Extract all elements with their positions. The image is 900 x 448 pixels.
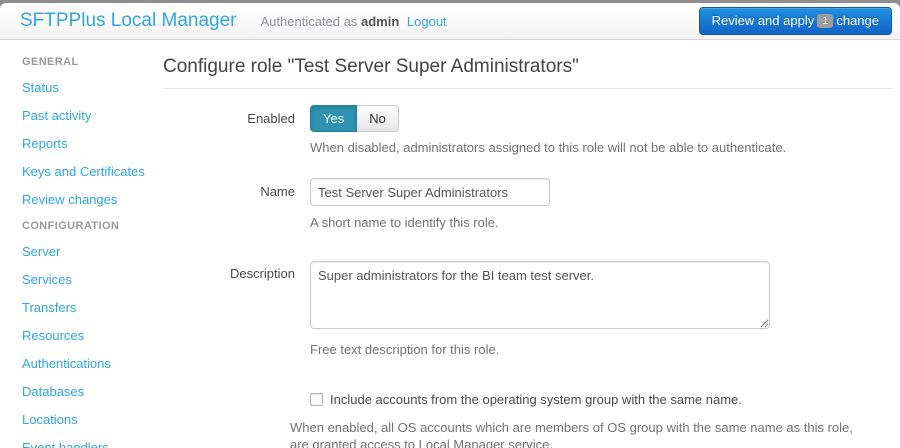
- sidebar-item-databases[interactable]: Databases: [0, 378, 160, 406]
- os-group-checkbox-label: Include accounts from the operating syst…: [330, 392, 742, 407]
- title-divider: [163, 88, 892, 89]
- description-label: Description: [163, 261, 310, 358]
- description-help-text: Free text description for this role.: [310, 341, 890, 358]
- enabled-label: Enabled: [163, 105, 310, 156]
- auth-username: admin: [361, 14, 399, 29]
- review-button-suffix: change: [836, 13, 879, 28]
- sidebar-item-keys-and-certificates[interactable]: Keys and Certificates: [0, 158, 160, 186]
- window-top-edge: SFTPPlus Local Manager Authenticated as …: [0, 0, 900, 40]
- sidebar-section-general: GENERAL: [0, 50, 160, 74]
- sidebar-item-transfers[interactable]: Transfers: [0, 294, 160, 322]
- form-row-name: Name A short name to identify this role.: [163, 178, 892, 231]
- logout-link[interactable]: Logout: [407, 14, 447, 29]
- enabled-toggle-group: Yes No: [310, 105, 399, 132]
- os-group-label-spacer: [163, 392, 310, 448]
- sidebar-item-resources[interactable]: Resources: [0, 322, 160, 350]
- sidebar-item-server[interactable]: Server: [0, 238, 160, 266]
- sidebar-item-status[interactable]: Status: [0, 74, 160, 102]
- sidebar-item-reports[interactable]: Reports: [0, 130, 160, 158]
- os-group-checkbox-row[interactable]: Include accounts from the operating syst…: [310, 392, 892, 407]
- sidebar-item-event-handlers[interactable]: Event handlers: [0, 434, 160, 448]
- name-label: Name: [163, 178, 310, 231]
- change-count-badge: 1: [817, 14, 833, 28]
- sidebar-item-locations[interactable]: Locations: [0, 406, 160, 434]
- enabled-help-text: When disabled, administrators assigned t…: [310, 139, 890, 156]
- form-row-os-group: Include accounts from the operating syst…: [163, 392, 892, 448]
- app-brand: SFTPPlus Local Manager: [0, 10, 247, 32]
- review-and-apply-change-button[interactable]: Review and apply1change: [699, 7, 892, 35]
- sidebar-section-configuration: CONFIGURATION: [0, 214, 160, 238]
- page-title: Configure role "Test Server Super Admini…: [163, 56, 892, 78]
- sidebar-item-authentications[interactable]: Authentications: [0, 350, 160, 378]
- os-group-checkbox[interactable]: [310, 393, 323, 406]
- description-textarea[interactable]: Super administrators for the BI team tes…: [310, 261, 770, 329]
- name-help-text: A short name to identify this role.: [310, 214, 890, 231]
- sidebar-item-past-activity[interactable]: Past activity: [0, 102, 160, 130]
- auth-prefix: Authenticated as: [261, 14, 358, 29]
- enabled-yes-button[interactable]: Yes: [310, 105, 357, 132]
- name-input[interactable]: [310, 178, 550, 206]
- review-button-prefix: Review and apply: [712, 13, 815, 28]
- sidebar-item-review-changes[interactable]: Review changes: [0, 186, 160, 214]
- auth-status: Authenticated as admin Logout: [261, 14, 447, 29]
- sidebar-item-services[interactable]: Services: [0, 266, 160, 294]
- sidebar-nav: GENERAL Status Past activity Reports Key…: [0, 40, 160, 448]
- enabled-no-button[interactable]: No: [357, 105, 399, 132]
- form-row-description: Description Super administrators for the…: [163, 261, 892, 358]
- top-navbar: SFTPPlus Local Manager Authenticated as …: [0, 3, 900, 40]
- main-content: Configure role "Test Server Super Admini…: [160, 40, 900, 448]
- os-group-help-text: When enabled, all OS accounts which are …: [290, 419, 870, 448]
- form-row-enabled: Enabled Yes No When disabled, administra…: [163, 105, 892, 156]
